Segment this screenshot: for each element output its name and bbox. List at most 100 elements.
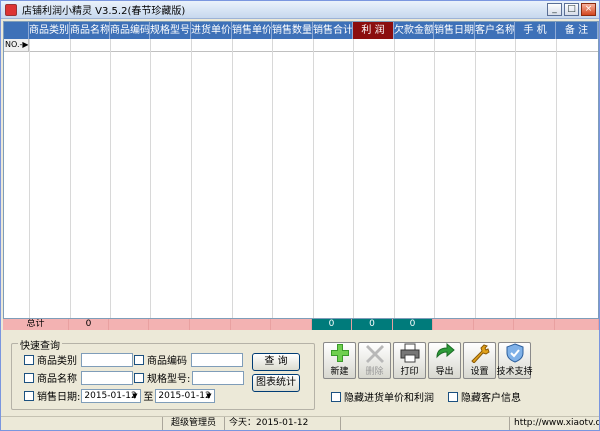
hide-cost-checkbox[interactable] (331, 391, 341, 402)
export-button[interactable]: 导出 (428, 342, 461, 379)
status-url[interactable]: http://www.xiaotv.com (509, 417, 599, 430)
grid-line (394, 39, 395, 318)
search-button[interactable]: 查 询 (252, 353, 300, 371)
window-controls: _ □ × (547, 3, 596, 16)
totals-profit: 0 (352, 319, 393, 330)
row-indicator: NO.-▶ (4, 39, 29, 51)
title-bar[interactable]: 店铺利润小精灵 V3.5.2(春节珍藏版) _ □ × (1, 1, 599, 19)
chart-stats-button[interactable]: 图表统计 (252, 374, 300, 392)
grid-line (434, 39, 435, 318)
new-button[interactable]: 新建 (323, 342, 356, 379)
category-input[interactable] (81, 352, 133, 367)
main-window: 店铺利润小精灵 V3.5.2(春节珍藏版) _ □ × 商品类别 商品名称 商品… (0, 0, 600, 431)
grid-line (353, 39, 354, 318)
grid-body[interactable]: NO.-▶ (4, 39, 598, 318)
date-from-value: 2015-01-12 (84, 390, 137, 401)
grid-line (191, 39, 192, 318)
tech-support-button[interactable]: 技术支持 (497, 342, 533, 379)
date-to-picker[interactable]: 2015-01-12 ▼ (155, 388, 216, 403)
spec-filter: 规格型号: (134, 370, 245, 385)
date-label: 销售日期: (37, 392, 81, 403)
minimize-button[interactable]: _ (547, 3, 562, 16)
totals-cell: 0 (69, 319, 109, 330)
sales-grid[interactable]: 商品类别 商品名称 商品编码 规格型号 进货单价 销售单价 销售数量 销售合计 … (3, 21, 599, 319)
name-label: 商品名称 (37, 374, 77, 385)
code-filter: 商品编码 (134, 352, 243, 367)
hide-customer-checkbox[interactable] (448, 391, 458, 402)
category-checkbox[interactable] (24, 354, 34, 365)
date-from-picker[interactable]: 2015-01-12 ▼ (81, 388, 142, 403)
grid-line (29, 39, 30, 318)
spec-input[interactable] (192, 370, 245, 385)
status-user: 超级管理员 (163, 417, 225, 430)
column-header-category[interactable]: 商品类别 (29, 22, 70, 39)
column-header-sales-total[interactable]: 销售合计 (313, 22, 353, 39)
support-shield-icon (506, 343, 523, 363)
grid-line (70, 39, 71, 318)
settings-button-label: 设置 (470, 367, 489, 377)
column-header-debt[interactable]: 欠款金额 (394, 22, 434, 39)
code-checkbox[interactable] (134, 354, 144, 365)
column-header-notes[interactable]: 备 注 (556, 22, 598, 39)
totals-cell (271, 319, 312, 330)
column-header-quantity[interactable]: 销售数量 (272, 22, 313, 39)
grid-line (475, 39, 476, 318)
date-checkbox[interactable] (24, 390, 34, 401)
column-header-product-name[interactable]: 商品名称 (70, 22, 110, 39)
grid-header: 商品类别 商品名称 商品编码 规格型号 进货单价 销售单价 销售数量 销售合计 … (4, 22, 598, 39)
chevron-down-icon[interactable]: ▼ (204, 391, 213, 401)
column-header-product-code[interactable]: 商品编码 (110, 22, 150, 39)
action-toolbar: 新建 删除 打印 导出 设置 技术支持 (323, 342, 533, 379)
grid-line (556, 39, 557, 318)
totals-cell (190, 319, 231, 330)
status-bar: 超级管理员 今天：2015-01-12 http://www.xiaotv.co… (1, 416, 599, 430)
name-input[interactable] (81, 370, 133, 385)
totals-cell (474, 319, 514, 330)
totals-cell (514, 319, 555, 330)
column-header-phone[interactable]: 手 机 (515, 22, 556, 39)
hide-cost-option[interactable]: 隐藏进货单价和利润 (331, 389, 434, 404)
maximize-button[interactable]: □ (564, 3, 579, 16)
totals-cell (433, 319, 474, 330)
spec-checkbox[interactable] (134, 372, 144, 383)
chevron-down-icon[interactable]: ▼ (130, 391, 139, 401)
totals-cell (231, 319, 271, 330)
delete-x-icon (365, 345, 384, 363)
wrench-icon (470, 344, 490, 363)
settings-button[interactable]: 设置 (463, 342, 496, 379)
new-button-label: 新建 (330, 367, 349, 377)
column-header-profit[interactable]: 利 润 (353, 22, 394, 39)
code-label: 商品编码 (147, 356, 187, 367)
hide-customer-option[interactable]: 隐藏客户信息 (448, 389, 521, 404)
export-button-label: 导出 (435, 367, 454, 377)
totals-cell (109, 319, 149, 330)
table-row[interactable]: NO.-▶ (4, 39, 598, 52)
column-header-cost-price[interactable]: 进货单价 (191, 22, 232, 39)
date-to-value: 2015-01-12 (158, 390, 211, 401)
column-header-sale-price[interactable]: 销售单价 (232, 22, 272, 39)
grid-line (232, 39, 233, 318)
date-filter: 销售日期: 2015-01-12 ▼ 至 2015-01-12 ▼ (24, 388, 216, 403)
grid-line (150, 39, 151, 318)
totals-debt: 0 (393, 319, 433, 330)
print-button[interactable]: 打印 (393, 342, 426, 379)
grid-line (272, 39, 273, 318)
status-today: 今天：2015-01-12 (225, 417, 341, 430)
delete-button[interactable]: 删除 (358, 342, 391, 379)
window-title: 店铺利润小精灵 V3.5.2(春节珍藏版) (22, 6, 186, 17)
name-checkbox[interactable] (24, 372, 34, 383)
category-filter: 商品类别 (24, 352, 133, 367)
column-header-sale-date[interactable]: 销售日期 (434, 22, 475, 39)
column-header-customer[interactable]: 客户名称 (475, 22, 515, 39)
printer-icon (400, 343, 419, 363)
status-blank-2 (341, 417, 509, 430)
close-button[interactable]: × (581, 3, 596, 16)
grid-corner (4, 22, 29, 39)
delete-button-label: 删除 (365, 367, 384, 377)
quick-query-legend: 快速查询 (18, 337, 62, 352)
quick-query-panel: 快速查询 商品类别 商品编码 商品名称 规格型号: 销售日期: 2015-01-… (11, 337, 315, 410)
code-input[interactable] (191, 352, 243, 367)
app-icon (5, 3, 17, 16)
grid-line (313, 39, 314, 318)
column-header-spec[interactable]: 规格型号 (150, 22, 191, 39)
